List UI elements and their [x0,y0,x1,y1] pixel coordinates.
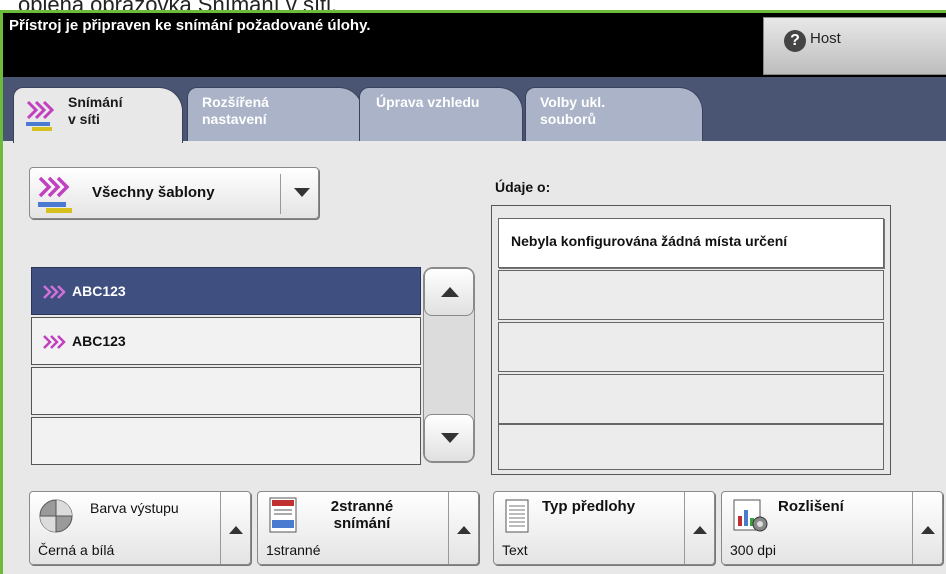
tab-network-scan-line1: Snímání [68,94,123,110]
template-filter-label: Všechny šablony [92,184,215,201]
color-wheel-icon [39,499,73,533]
document-icon [505,499,529,533]
template-name: ABC123 [72,333,126,349]
info-row [498,424,884,470]
template-list-item[interactable] [31,367,421,415]
arrow-up-icon [457,526,471,534]
info-title: Údaje o: [495,179,551,195]
arrow-up-icon [693,526,707,534]
template-icon [43,335,66,349]
resolution-button[interactable]: Rozlišení 300 dpi [721,491,943,565]
button-divider [912,492,913,564]
tab-filing-line2: souborů [540,111,596,127]
arrow-up-icon [921,526,935,534]
tab-layout-line1: Úprava vzhledu [376,94,480,110]
arrow-down-icon [441,433,459,443]
info-row [498,374,884,424]
tab-network-scan[interactable]: Snímání v síti [13,87,183,143]
template-list-item[interactable]: ABC123 [31,317,421,365]
template-filter-dropdown[interactable]: Všechny šablony [29,167,319,219]
status-message: Přístroj je připraven ke snímání požadov… [9,17,371,34]
template-name: ABC123 [72,283,126,299]
button-divider [448,492,449,564]
tab-layout-adjustment[interactable]: Úprava vzhledu [359,87,523,141]
host-button[interactable]: ? Host [763,17,946,75]
tab-advanced-line1: Rozšířená [202,94,269,110]
arrow-up-icon [441,287,459,297]
status-bar: Přístroj je připraven ke snímání požadov… [3,13,946,77]
scroll-down-button[interactable] [424,414,474,462]
two-sided-scan-value: 1stranné [266,542,321,558]
chevron-down-icon [294,188,310,197]
resolution-value: 300 dpi [730,542,776,558]
resolution-icon [733,499,768,532]
button-divider [220,492,221,564]
original-type-value: Text [502,542,528,558]
two-sided-icon [269,497,297,533]
network-scan-icon [26,100,55,131]
scroll-up-button[interactable] [424,268,474,316]
tab-advanced-line2: nastavení [202,111,267,127]
dropdown-divider [280,174,281,214]
template-list-scrollbar [423,267,475,463]
templates-icon [38,176,72,213]
device-screen: Přístroj je připraven ke snímání požadov… [0,10,946,574]
template-icon [43,285,66,299]
two-sided-scan-label: 2stranné snímání [330,498,394,532]
host-button-label: Host [810,30,841,47]
tab-filing-options[interactable]: Volby ukl. souborů [525,87,703,141]
tab-strip: Snímání v síti Rozšířená nastavení Úprav… [3,77,946,143]
template-list: ABC123 ABC123 [29,267,483,465]
original-type-button[interactable]: Typ předlohy Text [493,491,715,565]
tab-advanced-settings[interactable]: Rozšířená nastavení [187,87,363,141]
info-panel: Nebyla konfigurována žádná místa určení [491,205,891,475]
tab-network-scan-line2: v síti [68,111,100,127]
original-type-label: Typ předlohy [542,498,636,515]
button-divider [684,492,685,564]
tab-filing-line1: Volby ukl. [540,94,606,110]
output-color-button[interactable]: Barva výstupu Černá a bílá [29,491,251,565]
main-panel: Všechny šablony ABC123 ABC123 Údaje o: N… [3,141,946,574]
template-list-item[interactable]: ABC123 [31,267,421,315]
info-row-destinations: Nebyla konfigurována žádná místa určení [498,218,884,268]
resolution-label: Rozlišení [778,498,844,515]
info-row [498,270,884,320]
help-icon: ? [784,30,806,52]
output-color-label: Barva výstupu [90,500,179,516]
arrow-up-icon [229,526,243,534]
template-list-item[interactable] [31,417,421,465]
two-sided-scan-button[interactable]: 2stranné snímání 1stranné [257,491,479,565]
output-color-value: Černá a bílá [38,542,115,558]
info-row [498,322,884,372]
